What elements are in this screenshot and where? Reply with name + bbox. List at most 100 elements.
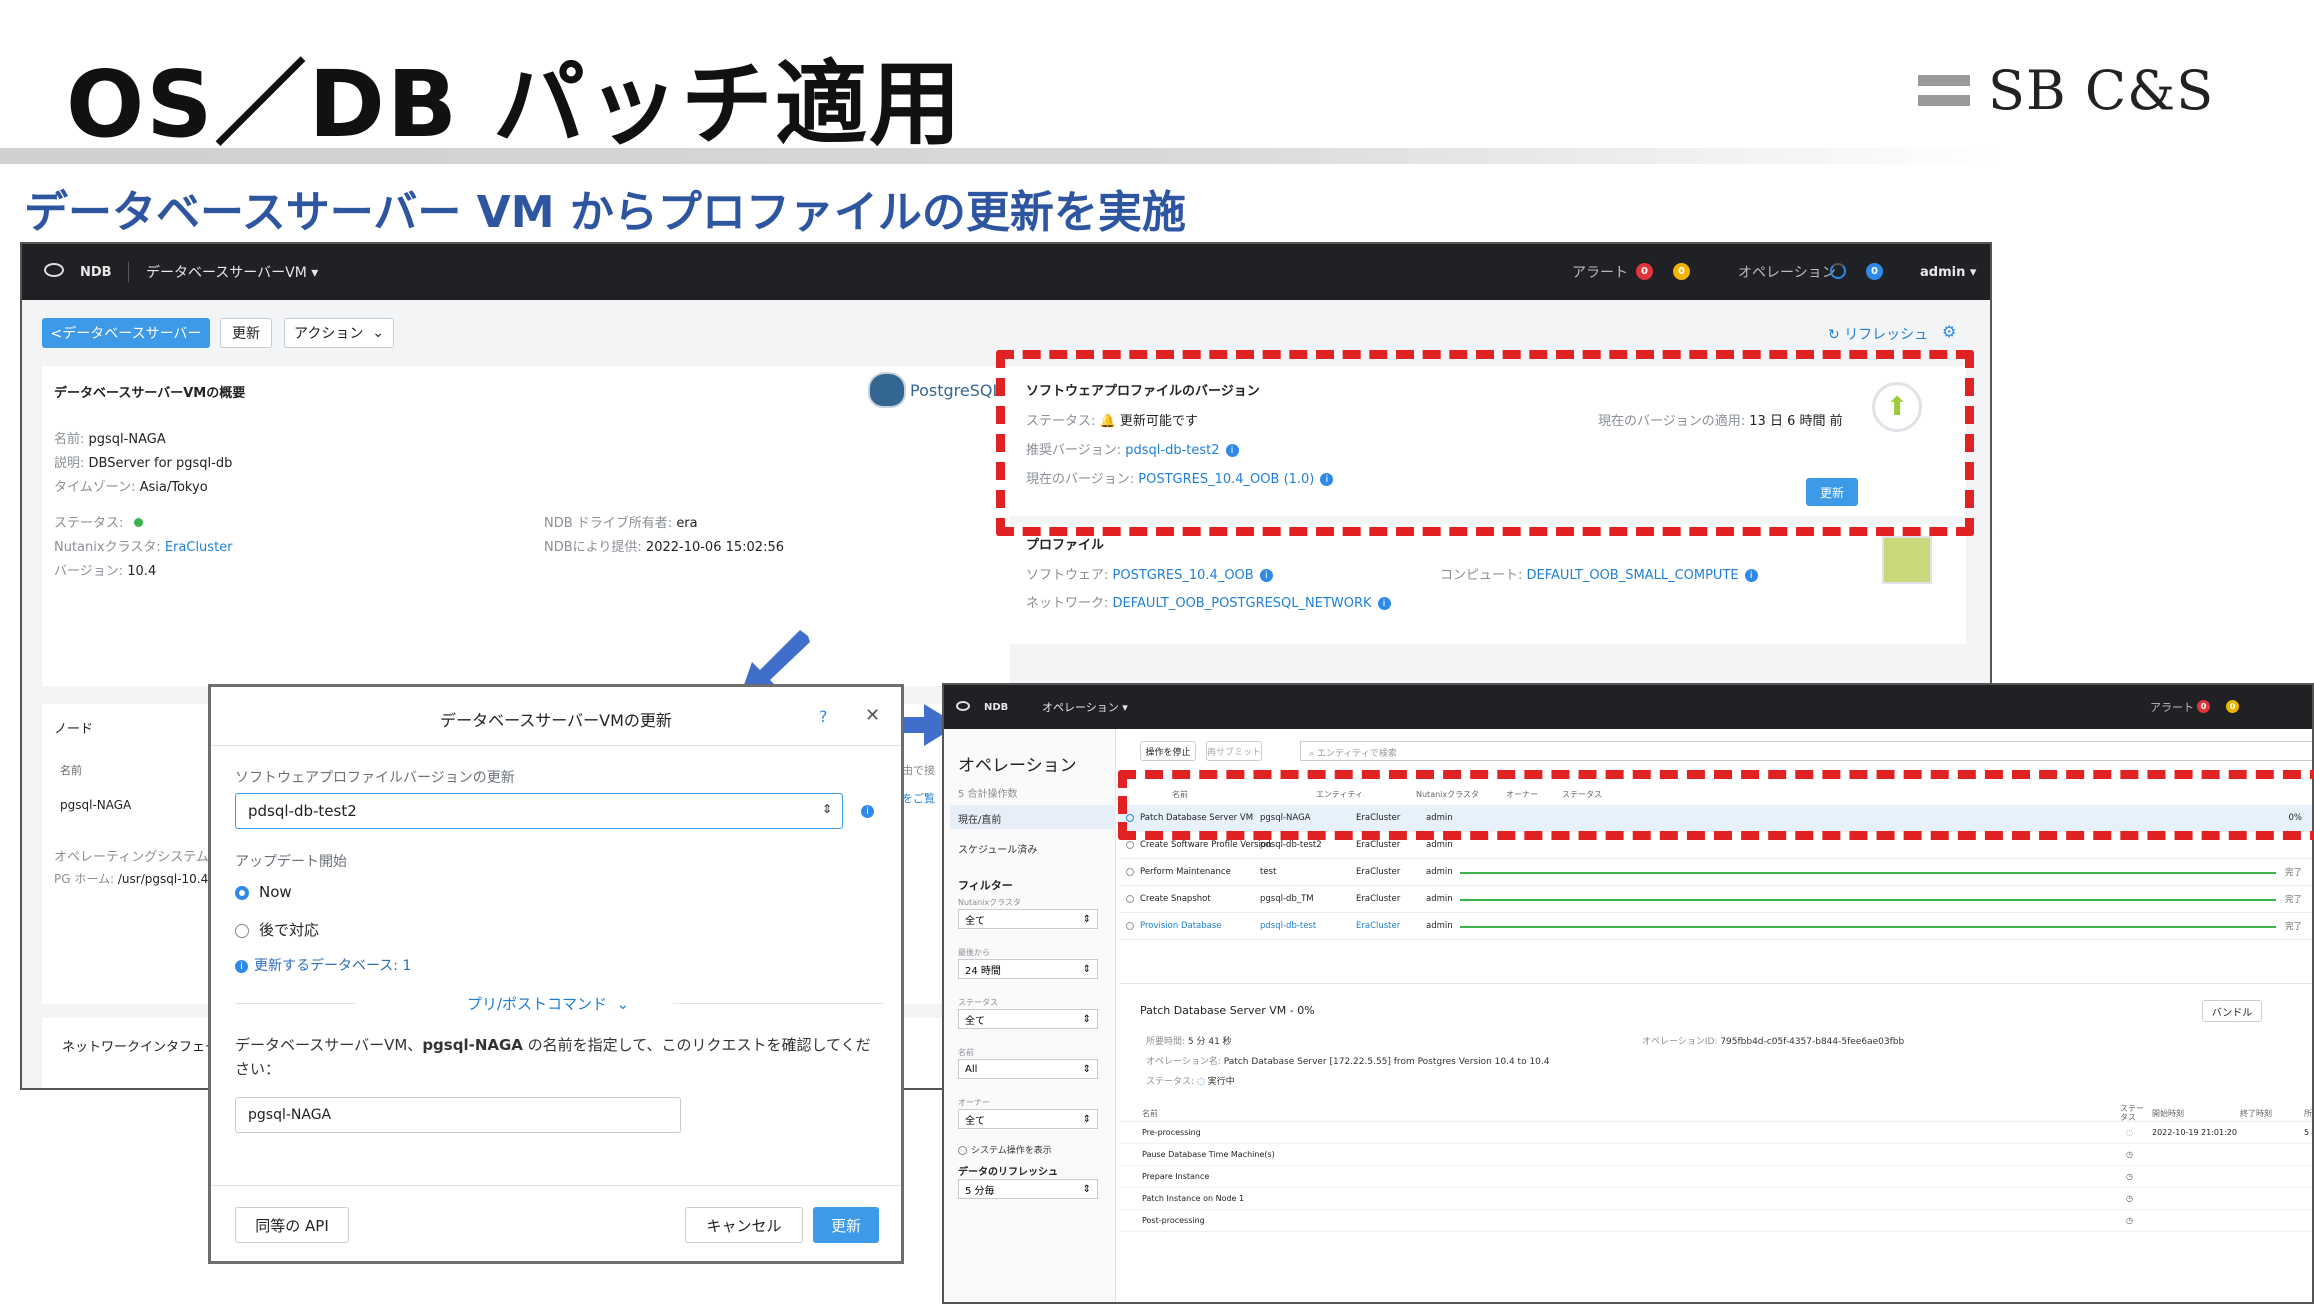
filter-name-select[interactable]: All ⇕ — [958, 1059, 1098, 1079]
step-name: Post-processing — [1142, 1216, 1205, 1225]
modal-update-button[interactable]: 更新 — [813, 1207, 879, 1243]
sidebar-item-current[interactable]: 現在/直前 — [950, 805, 1116, 829]
user-menu[interactable]: admin ▾ — [1920, 265, 1976, 280]
search-box[interactable]: ⌕ エンティティで検索 — [1300, 741, 2312, 761]
sw-version-select[interactable]: pdsql-db-test2 ⇕ — [235, 793, 843, 829]
alert-red-badge[interactable]: 0 — [1636, 263, 1653, 280]
prepost-divider-left — [235, 1003, 355, 1004]
company-logo: SB C&S — [1918, 59, 2214, 122]
info-icon[interactable]: i — [1377, 597, 1391, 610]
ops-table-row[interactable]: Provision Database pdsql-db-test EraCluste… — [1120, 913, 2312, 940]
ops-alert-red-badge[interactable]: 0 — [2197, 700, 2210, 713]
name-value: pgsql-NAGA — [88, 432, 166, 447]
ops-table-row[interactable]: Create Snapshot pgsql-db_TM EraCluster admi… — [1120, 886, 2312, 913]
network-profile-link[interactable]: DEFAULT_OOB_POSTGRESQL_NETWORK — [1113, 596, 1372, 611]
row-entity[interactable]: pgsql-db_TM — [1260, 894, 1314, 904]
filter-cluster-select[interactable]: 全て ⇕ — [958, 909, 1098, 929]
operations-badge[interactable]: 0 — [1866, 263, 1883, 280]
cluster-link[interactable]: EraCluster — [165, 540, 233, 555]
show-system-ops-option[interactable]: システム操作を表示 — [958, 1143, 1052, 1156]
alert-yellow-badge[interactable]: 0 — [1673, 263, 1690, 280]
ops-alert-yellow-badge[interactable]: 0 — [2226, 700, 2239, 713]
step-pending-clock-icon: ◷ — [2126, 1216, 2133, 1225]
pghome-value: /usr/pgsql-10.4 — [117, 872, 209, 886]
search-icon: ⌕ — [1309, 749, 1315, 759]
row-radio-icon[interactable] — [1126, 868, 1134, 876]
ops-total-count: 5 合計操作数 — [958, 789, 1018, 800]
row-cluster[interactable]: EraCluster — [1356, 840, 1400, 850]
filter-since-select[interactable]: 24 時間 ⇕ — [958, 959, 1098, 979]
timezone-row: タイムゾーン: Asia/Tokyo — [54, 476, 208, 495]
elephant-icon — [868, 372, 906, 408]
sw-version-info-icon[interactable]: i — [861, 805, 874, 818]
cancel-button[interactable]: キャンセル — [685, 1207, 803, 1243]
pghome-label: PG ホーム: — [54, 872, 115, 886]
ops-sidebar-title: オペレーション — [958, 756, 1077, 776]
puzzle-icon — [1882, 536, 1932, 584]
modal-header-divider — [211, 745, 901, 746]
settings-gear-icon[interactable]: ⚙ — [1942, 322, 1956, 341]
filter-status-value: 全て — [965, 1015, 985, 1027]
filter-since-value: 24 時間 — [965, 965, 1001, 977]
actions-dropdown[interactable]: アクション ⌄ — [284, 318, 394, 348]
refresh-link[interactable]: ↻ リフレッシュ — [1828, 324, 1928, 344]
info-icon[interactable]: i — [1744, 569, 1758, 582]
row-cluster[interactable]: EraCluster — [1356, 894, 1400, 904]
data-refresh-label: データのリフレッシュ — [958, 1167, 1058, 1178]
option-later[interactable]: 後で対応 — [235, 919, 319, 940]
node-name: pgsql-NAGA — [60, 798, 132, 812]
owner-row: NDB ドライブ所有者: era — [544, 512, 698, 531]
update-button[interactable]: 更新 — [220, 318, 272, 348]
equivalent-api-button[interactable]: 同等の API — [235, 1207, 349, 1243]
alert-label[interactable]: アラート — [1572, 262, 1628, 282]
context-dropdown[interactable]: データベースサーバーVM ▾ — [146, 262, 318, 282]
row-entity[interactable]: test — [1260, 867, 1276, 877]
data-refresh-select[interactable]: 5 分毎 ⇕ — [958, 1179, 1098, 1199]
row-radio-icon[interactable] — [1126, 922, 1134, 930]
filter-owner-label: オーナー — [958, 1098, 990, 1107]
bundle-button[interactable]: バンドル — [2202, 1000, 2262, 1022]
back-to-dbservers-button[interactable]: <データベースサーバー — [42, 318, 210, 348]
opid-label: オペレーションID: — [1642, 1037, 1718, 1047]
ops-alert-label[interactable]: アラート — [2150, 699, 2194, 715]
elapsed-value: 5 分 41 秒 — [1187, 1037, 1232, 1047]
row-radio-icon[interactable] — [1126, 841, 1134, 849]
close-icon[interactable]: ✕ — [865, 705, 880, 726]
row-cluster[interactable]: EraCluster — [1356, 867, 1400, 877]
filter-cluster-label: Nutanixクラスタ — [958, 898, 1021, 907]
status-ok-icon — [133, 518, 143, 527]
software-profile-link[interactable]: POSTGRES_10.4_OOB — [1113, 568, 1254, 583]
filter-owner-select[interactable]: 全て ⇕ — [958, 1109, 1098, 1129]
prepost-command-toggle[interactable]: プリ/ポストコマンド ⌄ — [467, 993, 629, 1014]
resubmit-button[interactable]: 再サブミット — [1206, 741, 1262, 761]
profile-title: プロファイル — [1026, 538, 1105, 553]
user-name: admin — [1920, 264, 1966, 280]
ops-context-dropdown[interactable]: オペレーション ▾ — [1042, 699, 1128, 715]
row-name: Provision Database — [1140, 921, 1222, 931]
help-icon[interactable]: ? — [819, 707, 828, 726]
provided-label: NDBにより提供: — [544, 540, 642, 555]
refresh-label: リフレッシュ — [1844, 327, 1929, 343]
row-entity[interactable]: pdsql-db-test — [1260, 921, 1316, 931]
filter-status-select[interactable]: 全て ⇕ — [958, 1009, 1098, 1029]
confirm-name-input[interactable]: pgsql-NAGA — [235, 1097, 681, 1133]
sidebar-item-scheduled[interactable]: スケジュール済み — [958, 841, 1037, 856]
timezone-value: Asia/Tokyo — [139, 480, 208, 495]
compute-profile-link[interactable]: DEFAULT_OOB_SMALL_COMPUTE — [1527, 568, 1739, 583]
row-entity[interactable]: pdsql-db-test2 — [1260, 840, 1322, 850]
node-title: ノード — [54, 722, 94, 737]
highlight-software-version — [996, 350, 1974, 536]
row-name: Create Snapshot — [1140, 894, 1211, 904]
stop-operation-button[interactable]: 操作を停止 — [1140, 741, 1196, 761]
software-row: ソフトウェア: POSTGRES_10.4_OOB i — [1026, 564, 1273, 583]
row-radio-icon[interactable] — [1126, 895, 1134, 903]
operations-label[interactable]: オペレーション — [1738, 262, 1836, 282]
ops-sidebar: オペレーション 5 合計操作数 現在/直前 スケジュール済み フィルター Nut… — [944, 729, 1116, 1302]
ops-table-row[interactable]: Perform Maintenance test EraCluster admin 完了 — [1120, 859, 2312, 886]
step-row: Pause Database Time Machine(s) ◷ — [1120, 1144, 2312, 1166]
row-cluster[interactable]: EraCluster — [1356, 921, 1400, 931]
step-col-duration: 所 — [2304, 1109, 2312, 1118]
filter-owner-value: 全て — [965, 1115, 985, 1127]
info-icon[interactable]: i — [1259, 569, 1273, 582]
option-now[interactable]: Now — [235, 883, 292, 901]
